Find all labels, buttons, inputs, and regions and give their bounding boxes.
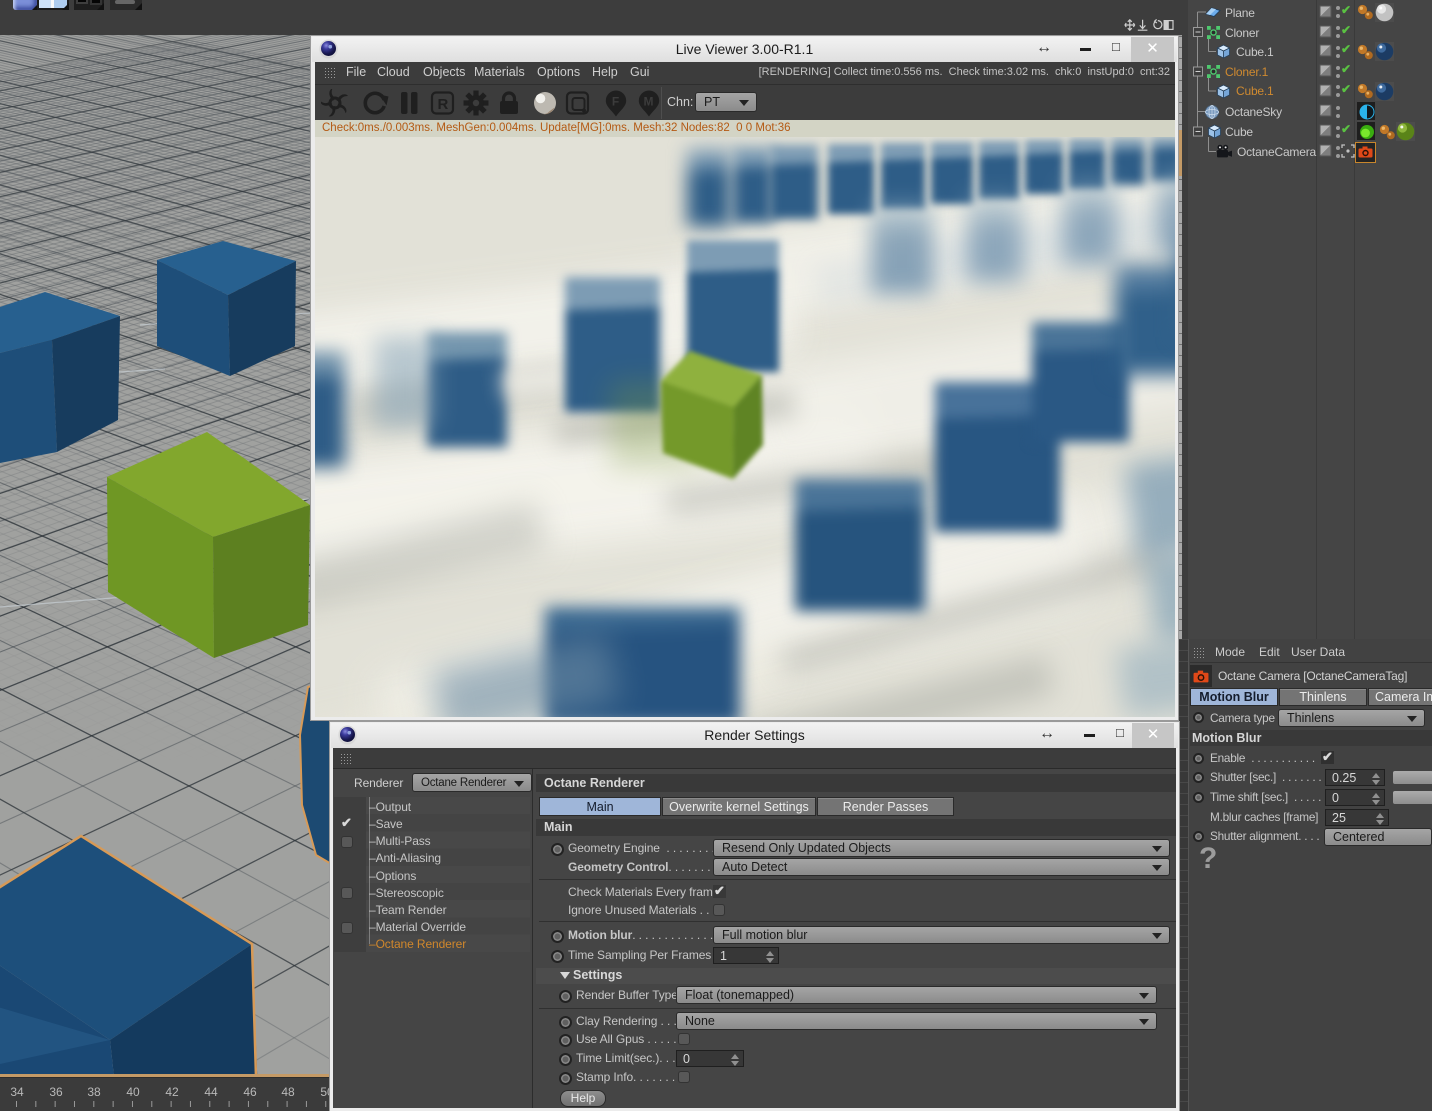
svg-text:M: M (644, 95, 654, 109)
svg-text:F: F (612, 95, 619, 109)
svg-text:R: R (438, 96, 449, 113)
